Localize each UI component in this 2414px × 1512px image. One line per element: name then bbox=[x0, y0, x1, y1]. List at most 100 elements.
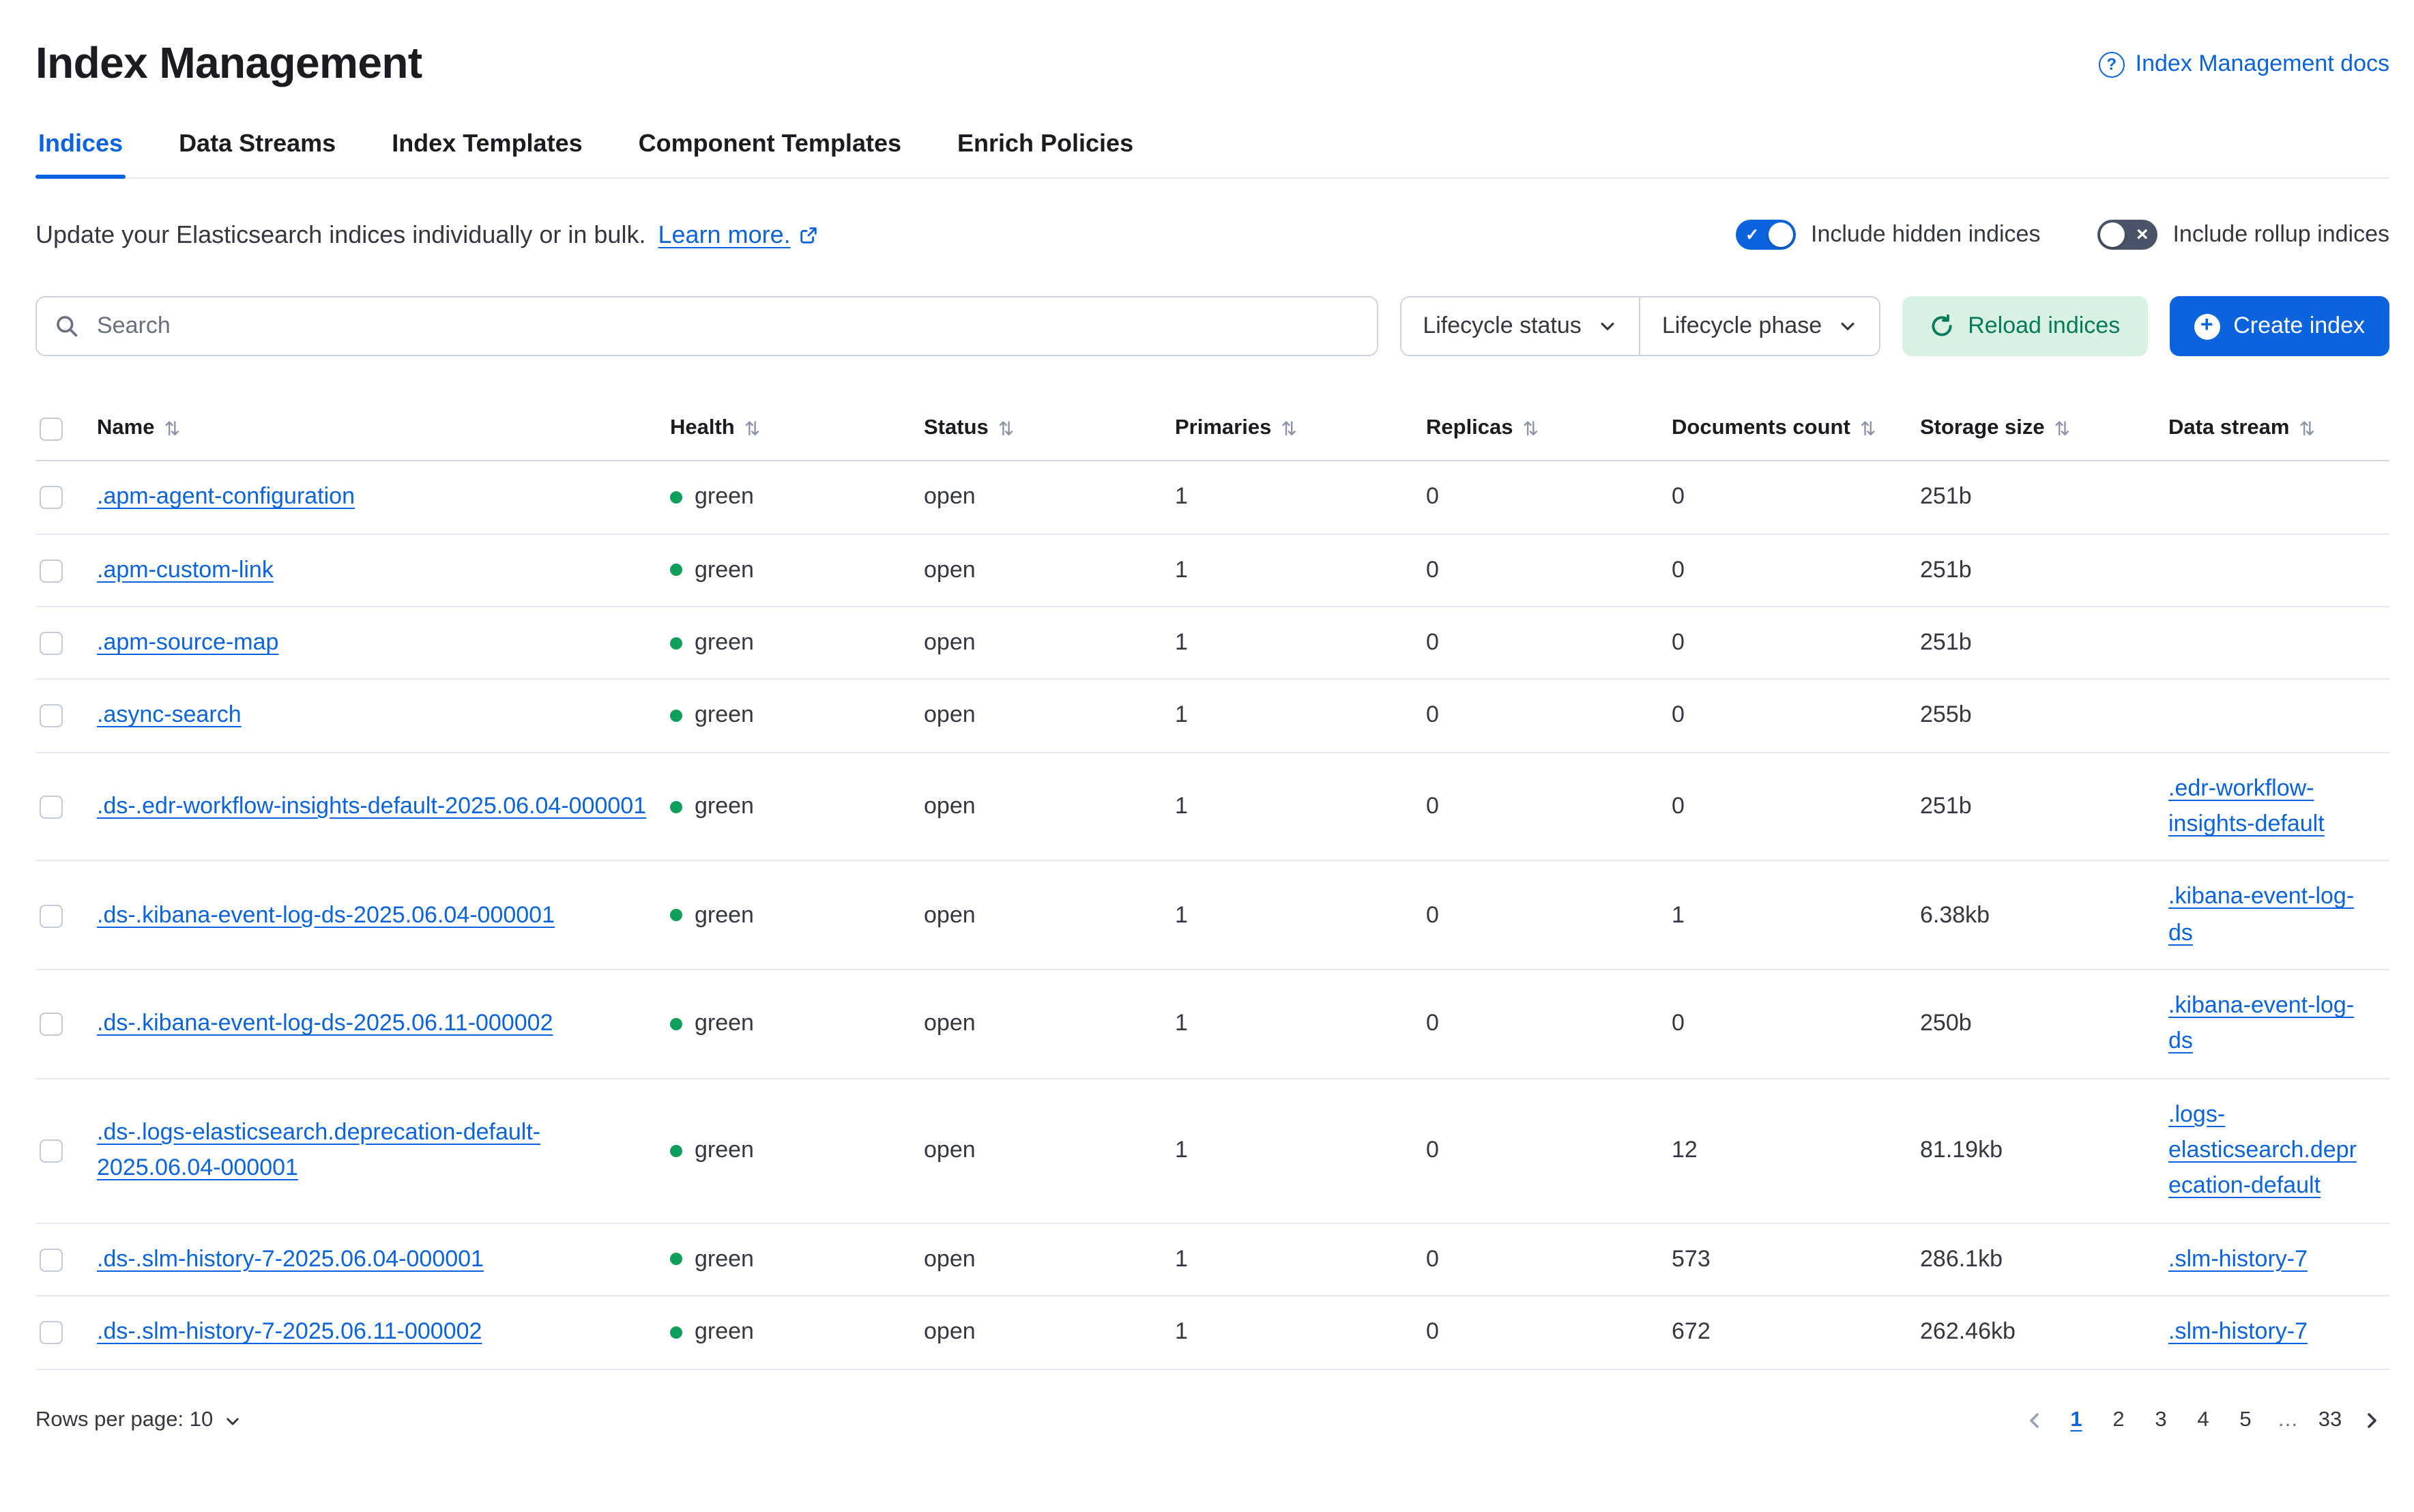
pagination-next-button[interactable] bbox=[2354, 1403, 2389, 1438]
table-header: Name⇅ Health⇅ Status⇅ Primaries⇅ Replica… bbox=[35, 400, 2389, 462]
health-cell: green bbox=[670, 552, 924, 588]
primaries-value: 1 bbox=[1175, 789, 1426, 825]
pagination-ellipsis: … bbox=[2267, 1399, 2309, 1442]
primaries-value: 1 bbox=[1175, 1314, 1426, 1350]
row-checkbox-cell bbox=[35, 480, 97, 516]
row-checkbox[interactable] bbox=[40, 904, 63, 927]
storage-size-value: 251b bbox=[1920, 552, 2168, 588]
lifecycle-phase-filter[interactable]: Lifecycle phase bbox=[1639, 297, 1879, 355]
row-checkbox[interactable] bbox=[40, 705, 63, 728]
pagination-page[interactable]: 5 bbox=[2224, 1399, 2267, 1442]
tab-component-templates[interactable]: Component Templates bbox=[636, 130, 904, 177]
status-value: open bbox=[924, 897, 1175, 933]
docs-link[interactable]: ? Index Management docs bbox=[2099, 50, 2389, 78]
include-rollup-switch[interactable]: × bbox=[2097, 220, 2157, 250]
pagination-prev-button[interactable] bbox=[2017, 1403, 2052, 1438]
replicas-value: 0 bbox=[1426, 1314, 1672, 1350]
table-body: .apm-agent-configuration green open 1 0 … bbox=[35, 462, 2389, 1369]
index-name-link[interactable]: .ds-.slm-history-7-2025.06.11-000002 bbox=[97, 1318, 482, 1344]
pagination-page[interactable]: 4 bbox=[2182, 1399, 2224, 1442]
documents-count-value: 0 bbox=[1672, 698, 1920, 734]
status-value: open bbox=[924, 789, 1175, 825]
pagination-page[interactable]: 33 bbox=[2309, 1399, 2351, 1442]
storage-size-value: 81.19kb bbox=[1920, 1133, 2168, 1169]
tab-indices[interactable]: Indices bbox=[35, 130, 126, 177]
index-name-link[interactable]: .ds-.kibana-event-log-ds-2025.06.04-0000… bbox=[97, 901, 555, 927]
health-value: green bbox=[695, 698, 754, 734]
primaries-value: 1 bbox=[1175, 1242, 1426, 1278]
documents-count-value: 0 bbox=[1672, 789, 1920, 825]
select-all-checkbox[interactable] bbox=[40, 418, 63, 441]
reload-indices-button[interactable]: Reload indices bbox=[1902, 296, 2147, 356]
sort-icon: ⇅ bbox=[2054, 417, 2070, 440]
health-dot-icon bbox=[670, 637, 682, 649]
health-dot-icon bbox=[670, 710, 682, 722]
row-checkbox[interactable] bbox=[40, 559, 63, 582]
row-checkbox-cell bbox=[35, 552, 97, 588]
documents-count-value: 672 bbox=[1672, 1314, 1920, 1350]
index-name-link[interactable]: .ds-.logs-elasticsearch.deprecation-defa… bbox=[97, 1119, 540, 1181]
plus-icon: + bbox=[2194, 313, 2220, 339]
storage-size-value: 255b bbox=[1920, 698, 2168, 734]
tab-enrich-policies[interactable]: Enrich Policies bbox=[955, 130, 1136, 177]
column-header-health[interactable]: Health⇅ bbox=[670, 416, 924, 441]
column-header-name[interactable]: Name⇅ bbox=[97, 416, 670, 441]
column-header-status[interactable]: Status⇅ bbox=[924, 416, 1175, 441]
index-name-link[interactable]: .apm-source-map bbox=[97, 629, 278, 655]
column-header-primaries[interactable]: Primaries⇅ bbox=[1175, 416, 1426, 441]
primaries-value: 1 bbox=[1175, 625, 1426, 661]
tab-data-streams[interactable]: Data Streams bbox=[176, 130, 338, 177]
row-checkbox[interactable] bbox=[40, 632, 63, 655]
row-checkbox-cell bbox=[35, 897, 97, 933]
pagination-page[interactable]: 3 bbox=[2140, 1399, 2182, 1442]
pagination-pages: 12345…33 bbox=[2055, 1399, 2351, 1442]
name-cell: .ds-.kibana-event-log-ds-2025.06.04-0000… bbox=[97, 897, 670, 933]
search-input[interactable] bbox=[35, 296, 1378, 356]
health-cell: green bbox=[670, 1006, 924, 1043]
row-checkbox[interactable] bbox=[40, 1249, 63, 1272]
include-rollup-label: Include rollup indices bbox=[2172, 221, 2389, 248]
column-header-storage-size[interactable]: Storage size⇅ bbox=[1920, 416, 2168, 441]
learn-more-link[interactable]: Learn more. bbox=[658, 220, 819, 249]
row-checkbox[interactable] bbox=[40, 486, 63, 510]
health-dot-icon bbox=[670, 1326, 682, 1339]
row-checkbox[interactable] bbox=[40, 1321, 63, 1344]
tab-index-templates[interactable]: Index Templates bbox=[389, 130, 585, 177]
column-header-documents-count[interactable]: Documents count⇅ bbox=[1672, 416, 1920, 441]
chevron-down-icon bbox=[1838, 317, 1857, 336]
row-checkbox[interactable] bbox=[40, 1139, 63, 1163]
index-name-link[interactable]: .ds-.kibana-event-log-ds-2025.06.11-0000… bbox=[97, 1011, 553, 1036]
index-name-link[interactable]: .apm-agent-configuration bbox=[97, 484, 355, 510]
name-cell: .ds-.slm-history-7-2025.06.04-000001 bbox=[97, 1242, 670, 1278]
column-header-data-stream[interactable]: Data stream⇅ bbox=[2168, 416, 2389, 441]
primaries-value: 1 bbox=[1175, 897, 1426, 933]
data-stream-link[interactable]: .kibana-event-log-ds bbox=[2168, 884, 2354, 946]
row-checkbox[interactable] bbox=[40, 796, 63, 819]
data-stream-link[interactable]: .slm-history-7 bbox=[2168, 1246, 2308, 1272]
pagination-page[interactable]: 2 bbox=[2097, 1399, 2140, 1442]
index-name-link[interactable]: .apm-custom-link bbox=[97, 556, 274, 582]
sort-icon: ⇅ bbox=[2299, 417, 2315, 440]
table-row: .apm-custom-link green open 1 0 0 251b bbox=[35, 534, 2389, 607]
index-name-link[interactable]: .async-search bbox=[97, 702, 242, 728]
data-stream-link[interactable]: .kibana-event-log-ds bbox=[2168, 992, 2354, 1054]
status-value: open bbox=[924, 1314, 1175, 1350]
index-name-link[interactable]: .ds-.edr-workflow-insights-default-2025.… bbox=[97, 793, 646, 819]
lifecycle-status-filter[interactable]: Lifecycle status bbox=[1401, 297, 1638, 355]
replicas-value: 0 bbox=[1426, 1133, 1672, 1169]
column-header-replicas[interactable]: Replicas⇅ bbox=[1426, 416, 1672, 441]
docs-link-label: Index Management docs bbox=[2136, 50, 2389, 78]
pagination-page[interactable]: 1 bbox=[2055, 1399, 2097, 1442]
create-index-button[interactable]: + Create index bbox=[2169, 296, 2389, 356]
index-name-link[interactable]: .ds-.slm-history-7-2025.06.04-000001 bbox=[97, 1246, 484, 1272]
row-checkbox[interactable] bbox=[40, 1013, 63, 1036]
data-stream-link[interactable]: .logs-elasticsearch.deprecation-default bbox=[2168, 1101, 2357, 1199]
data-stream-link[interactable]: .edr-workflow-insights-default bbox=[2168, 774, 2325, 837]
table-row: .ds-.kibana-event-log-ds-2025.06.11-0000… bbox=[35, 970, 2389, 1079]
name-cell: .async-search bbox=[97, 698, 670, 734]
data-stream-link[interactable]: .slm-history-7 bbox=[2168, 1318, 2308, 1344]
rows-per-page-button[interactable]: Rows per page: 10 bbox=[35, 1408, 242, 1433]
include-hidden-switch[interactable]: ✓ bbox=[1736, 220, 1796, 250]
create-index-label: Create index bbox=[2233, 312, 2365, 340]
health-cell: green bbox=[670, 625, 924, 661]
